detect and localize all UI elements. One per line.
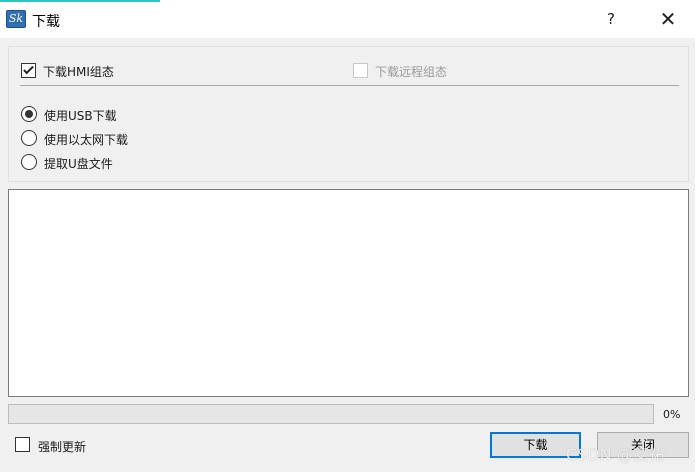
radio-usb-drive[interactable] [21, 154, 37, 170]
radio-ethernet[interactable] [21, 130, 37, 146]
force-update-checkbox[interactable] [15, 437, 30, 452]
force-update-label: 强制更新 [38, 440, 87, 454]
checkmark-icon [23, 63, 34, 75]
download-remote-label: 下载远程组态 [375, 65, 448, 79]
radio-usb-label: 使用USB下载 [44, 109, 117, 123]
radio-usb-drive-label: 提取U盘文件 [44, 157, 113, 171]
watermark: CSDN @艾祐 [566, 445, 665, 464]
help-button[interactable]: ? [599, 8, 623, 30]
title-bar: Sk 下载 ? ✕ [0, 0, 695, 38]
progress-bar [8, 404, 654, 424]
separator [20, 85, 679, 86]
download-remote-checkbox[interactable] [353, 63, 368, 78]
download-hmi-checkbox[interactable] [21, 63, 36, 78]
log-output-area[interactable] [8, 189, 689, 397]
radio-selected-dot [25, 110, 33, 118]
app-icon: Sk [6, 10, 26, 28]
top-color-strip [0, 0, 160, 2]
progress-percent: 0% [663, 408, 681, 421]
radio-ethernet-label: 使用以太网下载 [44, 133, 129, 147]
download-hmi-label: 下载HMI组态 [43, 65, 114, 79]
radio-usb[interactable] [21, 106, 37, 122]
close-window-button[interactable]: ✕ [656, 8, 680, 30]
window-title: 下载 [32, 14, 60, 30]
download-options-panel: 下载HMI组态 下载远程组态 使用USB下载 使用以太网下载 提取U盘文件 [8, 46, 689, 182]
